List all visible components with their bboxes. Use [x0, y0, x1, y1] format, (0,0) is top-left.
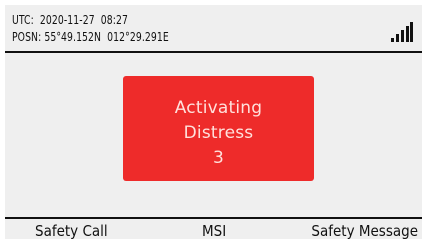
- safety-call-softkey[interactable]: Safety Call: [35, 222, 108, 239]
- position-readout: POSN: 55°49.152N 012°29.291E: [12, 30, 169, 44]
- alert-countdown: 3: [212, 148, 225, 168]
- header-divider: [5, 51, 422, 53]
- utc-time: UTC: 2020-11-27 08:27: [12, 13, 128, 27]
- alert-title-line2: Distress: [183, 123, 254, 143]
- status-header: UTC: 2020-11-27 08:27 POSN: 55°49.152N 0…: [5, 5, 422, 52]
- safety-message-softkey[interactable]: Safety Message: [311, 222, 418, 239]
- signal-strength-icon: [391, 22, 413, 42]
- alert-title-line1: Activating: [174, 98, 263, 118]
- distress-alert-box: Activating Distress 3: [123, 76, 314, 181]
- msi-softkey[interactable]: MSI: [202, 222, 226, 239]
- softkey-divider: [5, 217, 422, 219]
- radio-display: UTC: 2020-11-27 08:27 POSN: 55°49.152N 0…: [5, 5, 422, 239]
